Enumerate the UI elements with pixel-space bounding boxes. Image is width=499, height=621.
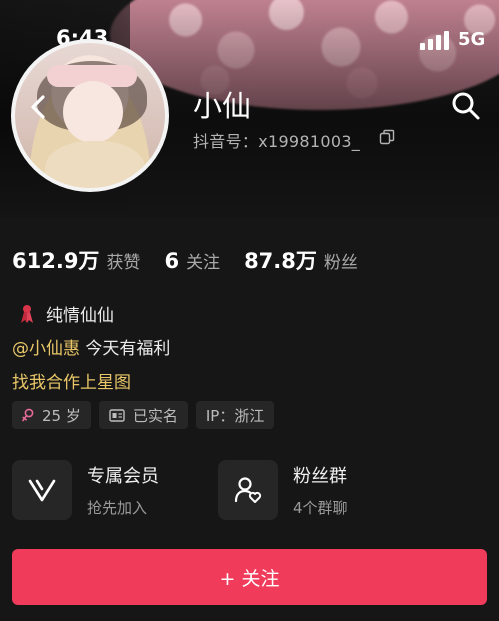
fans-group-icon — [234, 477, 262, 503]
stat-followers[interactable]: 87.8万 粉丝 — [244, 245, 358, 275]
fans-group-title: 粉丝群 — [293, 466, 347, 487]
profile-nickname: 小仙 — [193, 89, 252, 123]
bio-line-2: @小仙惠 今天有福利 — [12, 339, 171, 359]
stat-likes[interactable]: 612.9万 获赞 — [12, 245, 140, 275]
follow-button[interactable]: + 关注 — [12, 549, 487, 605]
membership-subtitle: 抢先加入 — [87, 499, 148, 517]
id-card-icon — [109, 408, 125, 422]
tag-verified: 已实名 — [98, 401, 188, 429]
tag-age: 25 岁 — [12, 401, 91, 429]
vip-v-icon — [28, 479, 56, 502]
profile-tags: 25 岁 已实名 IP：浙江 — [12, 401, 282, 429]
stat-following[interactable]: 6 关注 — [164, 248, 220, 273]
copy-icon[interactable] — [379, 129, 395, 145]
membership-title: 专属会员 — [87, 466, 159, 487]
female-icon — [22, 408, 34, 422]
back-icon[interactable] — [22, 90, 56, 124]
ribbon-icon — [21, 305, 33, 323]
fans-group-subtitle: 4个群聊 — [293, 499, 348, 517]
fans-group-card[interactable]: 粉丝群 4个群聊 — [218, 460, 348, 520]
douyin-id: 抖音号：x19981003_ — [193, 132, 361, 151]
tag-ip: IP：浙江 — [195, 401, 275, 429]
exclusive-membership-card[interactable]: 专属会员 抢先加入 — [12, 460, 159, 520]
bio-line-3: 找我合作上星图 — [12, 373, 131, 393]
mention-link[interactable]: @小仙惠 — [12, 339, 80, 359]
network-type: 5G — [458, 29, 486, 50]
search-icon[interactable] — [450, 90, 482, 122]
profile-stats: 612.9万 获赞 6 关注 87.8万 粉丝 — [12, 245, 358, 275]
bio-line-1: 纯情仙仙 — [20, 301, 114, 326]
signal-icon — [420, 30, 450, 50]
